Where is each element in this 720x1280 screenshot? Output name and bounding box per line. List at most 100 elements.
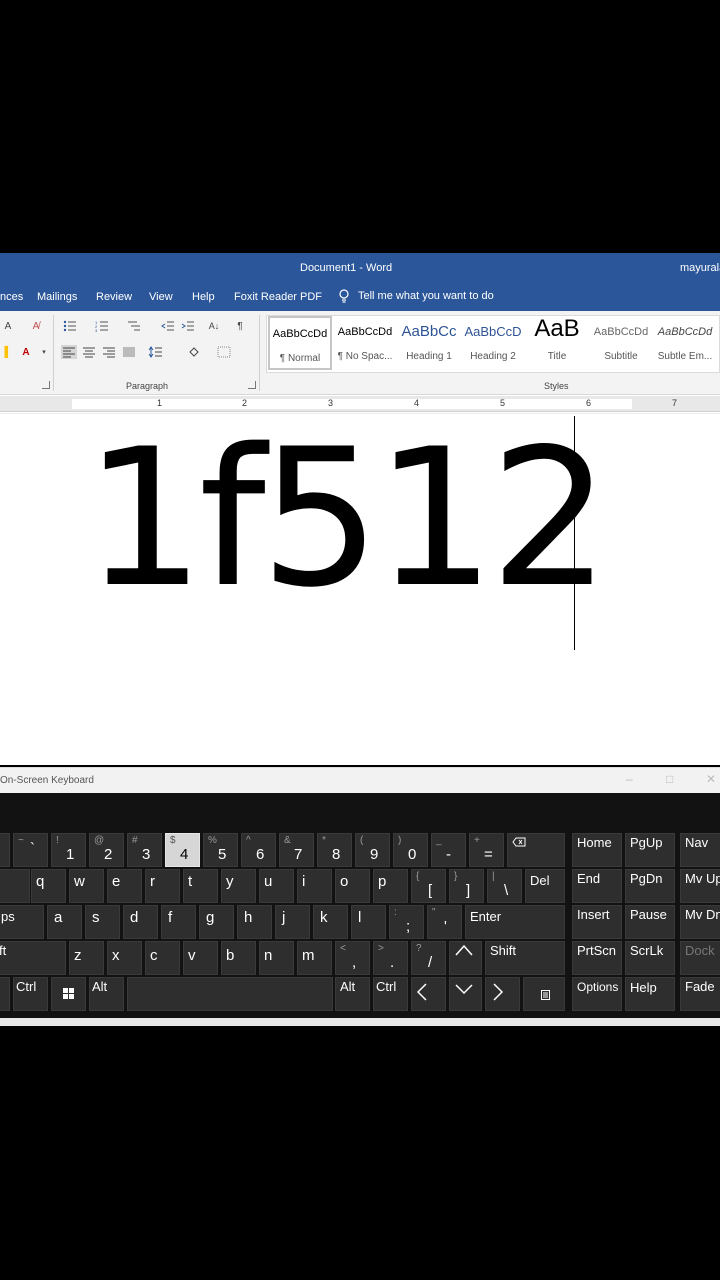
key-backslash[interactable]: | \ <box>487 869 522 903</box>
multilevel-list-icon[interactable] <box>126 319 142 333</box>
line-spacing-icon[interactable] <box>148 345 164 359</box>
clear-formatting-icon[interactable]: A̸ <box>28 319 44 333</box>
style-heading-1[interactable]: AaBbCc Heading 1 <box>397 316 461 370</box>
key-pgup[interactable]: PgUp <box>625 833 675 867</box>
close-icon[interactable]: ✕ <box>706 772 716 786</box>
key-nav[interactable]: Nav <box>680 833 720 867</box>
maximize-icon[interactable]: □ <box>666 772 673 786</box>
key-arrow-down[interactable] <box>449 977 482 1011</box>
style-normal[interactable]: AaBbCcDd ¶ Normal <box>268 316 332 370</box>
key-i[interactable]: i <box>297 869 332 903</box>
justify-icon[interactable] <box>121 345 137 359</box>
key-2[interactable]: @2 <box>89 833 124 867</box>
key-left-bracket[interactable]: {[ <box>411 869 446 903</box>
highlight-color-icon[interactable]: ▌ <box>0 345 16 359</box>
key-arrow-left[interactable] <box>411 977 446 1011</box>
tab-review[interactable]: Review <box>96 291 132 303</box>
key-scrlk[interactable]: ScrLk <box>625 941 675 975</box>
style-subtitle[interactable]: AaBbCcDd Subtitle <box>589 316 653 370</box>
key-backspace[interactable] <box>507 833 565 867</box>
key-semicolon[interactable]: :; <box>389 905 424 939</box>
key-j[interactable]: j <box>275 905 310 939</box>
increase-indent-icon[interactable] <box>180 319 196 333</box>
decrease-indent-icon[interactable] <box>160 319 176 333</box>
key-options[interactable]: Options <box>572 977 622 1011</box>
key-w[interactable]: w <box>69 869 104 903</box>
key-pgdn[interactable]: PgDn <box>625 869 675 903</box>
key-equals[interactable]: + = <box>469 833 504 867</box>
key-t[interactable]: t <box>183 869 218 903</box>
key-period[interactable]: >. <box>373 941 408 975</box>
bullets-icon[interactable] <box>62 319 78 333</box>
key-s[interactable]: s <box>85 905 120 939</box>
font-color-icon[interactable]: A <box>18 345 34 359</box>
key-r[interactable]: r <box>145 869 180 903</box>
key-ctrl-right[interactable]: Ctrl <box>373 977 408 1011</box>
key-v[interactable]: v <box>183 941 218 975</box>
key-move-up[interactable]: Mv Up <box>680 869 720 903</box>
key-prtscn[interactable]: PrtScn <box>572 941 622 975</box>
key-fn[interactable] <box>0 977 10 1011</box>
key-backtick[interactable]: ~ ` <box>13 833 48 867</box>
key-alt-right[interactable]: Alt <box>335 977 370 1011</box>
key-end[interactable]: End <box>572 869 622 903</box>
key-b[interactable]: b <box>221 941 256 975</box>
key-9[interactable]: (9 <box>355 833 390 867</box>
key-arrow-right[interactable] <box>485 977 520 1011</box>
document-page[interactable]: 1f512 <box>0 413 720 765</box>
key-h[interactable]: h <box>237 905 272 939</box>
key-tab[interactable] <box>0 869 30 903</box>
key-7[interactable]: & 7 <box>279 833 314 867</box>
tab-foxit-reader-pdf[interactable]: Foxit Reader PDF <box>234 291 322 303</box>
key-ctrl-left[interactable]: Ctrl <box>13 977 48 1011</box>
paragraph-dialog-launcher-icon[interactable] <box>248 381 256 389</box>
key-quote[interactable]: " ' <box>427 905 462 939</box>
key-z[interactable]: z <box>69 941 104 975</box>
style-subtle-emphasis[interactable]: AaBbCcDd Subtle Em... <box>653 316 717 370</box>
shading-icon[interactable] <box>186 345 202 359</box>
key-f[interactable]: f <box>161 905 196 939</box>
key-x[interactable]: x <box>107 941 142 975</box>
key-dock[interactable]: Dock <box>680 941 720 975</box>
numbering-icon[interactable]: 123 <box>94 319 110 333</box>
tab-view[interactable]: View <box>149 291 173 303</box>
style-no-spacing[interactable]: AaBbCcDd ¶ No Spac... <box>333 316 397 370</box>
key-menu[interactable] <box>523 977 565 1011</box>
key-home[interactable]: Home <box>572 833 622 867</box>
key-arrow-up[interactable] <box>449 941 482 975</box>
key-enter[interactable]: Enter <box>465 905 565 939</box>
key-help[interactable]: Help <box>625 977 675 1011</box>
show-formatting-marks-icon[interactable]: ¶ <box>232 319 248 333</box>
key-d[interactable]: d <box>123 905 158 939</box>
key-escape[interactable] <box>0 833 10 867</box>
key-6[interactable]: ^ 6 <box>241 833 276 867</box>
style-title[interactable]: AaB Title <box>525 315 589 370</box>
key-insert[interactable]: Insert <box>572 905 622 939</box>
key-g[interactable]: g <box>199 905 234 939</box>
key-move-down[interactable]: Mv Dn <box>680 905 720 939</box>
key-l[interactable]: l <box>351 905 386 939</box>
font-color-dropdown-icon[interactable]: ▾ <box>36 345 52 359</box>
key-n[interactable]: n <box>259 941 294 975</box>
key-m[interactable]: m <box>297 941 332 975</box>
font-dialog-launcher-icon[interactable] <box>42 381 50 389</box>
key-del[interactable]: Del <box>525 869 565 903</box>
key-shift-left[interactable]: ft <box>0 941 66 975</box>
key-a[interactable]: a <box>47 905 82 939</box>
borders-icon[interactable] <box>216 345 232 359</box>
key-4[interactable]: $4 <box>165 833 200 867</box>
minimize-icon[interactable]: – <box>626 772 633 786</box>
change-case-icon[interactable]: A <box>0 319 16 333</box>
tell-me-box[interactable]: Tell me what you want to do <box>338 289 494 303</box>
tab-references[interactable]: nces <box>0 291 23 303</box>
key-u[interactable]: u <box>259 869 294 903</box>
key-0[interactable]: ) 0 <box>393 833 428 867</box>
key-e[interactable]: e <box>107 869 142 903</box>
key-minus[interactable]: _ - <box>431 833 466 867</box>
user-name[interactable]: mayurala <box>680 262 720 274</box>
key-slash[interactable]: ? / <box>411 941 446 975</box>
key-fade[interactable]: Fade <box>680 977 720 1011</box>
key-right-bracket[interactable]: }] <box>449 869 484 903</box>
key-pause[interactable]: Pause <box>625 905 675 939</box>
key-comma[interactable]: <, <box>335 941 370 975</box>
